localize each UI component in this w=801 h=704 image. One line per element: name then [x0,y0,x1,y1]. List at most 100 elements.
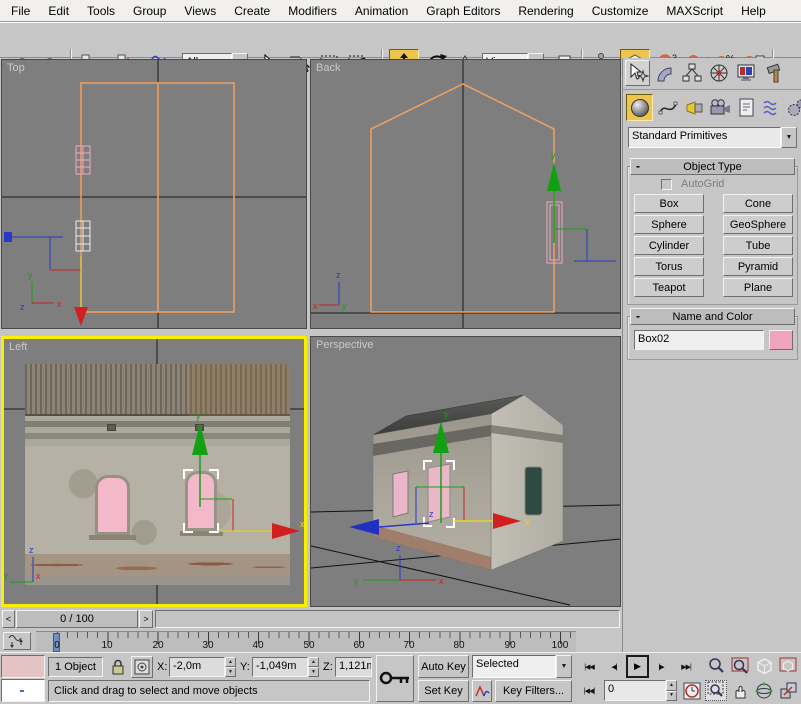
viewport-left-active[interactable]: Left [1,336,307,607]
gizmo-red-arrow[interactable] [272,523,300,539]
auto-key-button[interactable]: Auto Key [418,655,469,678]
selection-lock-toggle[interactable] [108,657,128,677]
motion-tab-icon [708,62,730,84]
create-lights-button[interactable] [683,94,707,121]
name-color-rollout-title: Name and Color [672,311,752,323]
object-type-pyramid-button[interactable]: Pyramid [723,257,793,276]
zoom-extents-all-button[interactable] [777,656,799,677]
menu-modifiers[interactable]: Modifiers [279,1,346,21]
frame-spinner[interactable]: ▲▼ [666,680,677,701]
name-color-rollout-header[interactable]: - Name and Color [630,308,795,325]
create-helpers-button[interactable] [735,94,759,121]
tab-create[interactable] [625,60,650,86]
viewport-top[interactable]: Top y x z [1,59,307,329]
object-type-cone-button[interactable]: Cone [723,194,793,213]
min-max-toggle-button[interactable] [777,680,799,701]
create-space-warps-button[interactable] [760,94,784,121]
menu-customize[interactable]: Customize [583,1,658,21]
go-to-start-button[interactable]: |◀◀ [578,656,600,677]
absolute-mode-toggle[interactable] [131,656,153,678]
maxscript-mini-listener-white[interactable] [1,679,45,702]
set-key-button[interactable]: Set Key [418,680,469,702]
tab-hierarchy[interactable] [679,60,704,86]
menu-maxscript[interactable]: MAXScript [657,1,732,21]
key-mode-toggle-button[interactable]: |◀◀| [578,680,600,701]
menu-file[interactable]: File [2,1,39,21]
key-filters-button[interactable]: Key Filters... [495,680,572,702]
object-type-rollout-title: Object Type [683,161,742,173]
viewport-back[interactable]: Back y z x y [310,59,621,329]
pan-button[interactable] [729,680,751,701]
create-shapes-button[interactable] [656,94,680,121]
object-type-plane-button[interactable]: Plane [723,278,793,297]
arc-rotate-button[interactable] [753,680,775,701]
previous-frame-button[interactable]: ◀| [604,656,624,677]
gizmo-green-arrow[interactable] [192,423,208,455]
next-frame-button[interactable]: |▶ [651,656,671,677]
zoom-button[interactable] [705,656,727,677]
zoom-region-button[interactable] [705,680,727,701]
x-spinner[interactable]: ▲▼ [225,657,236,677]
current-frame-field[interactable]: 0 [604,680,666,701]
svg-text:z: z [396,543,401,553]
object-name-field[interactable]: Box02 [634,330,764,350]
time-slider-prev-button[interactable]: < [2,610,15,628]
create-cameras-button[interactable] [707,94,733,121]
object-type-sphere-button[interactable]: Sphere [634,215,704,234]
menu-tools[interactable]: Tools [78,1,124,21]
tab-display[interactable] [733,60,758,86]
dropdown-arrow-icon[interactable]: ▼ [781,127,797,148]
y-coordinate-field[interactable]: -1,049m [252,657,308,677]
menu-group[interactable]: Group [124,1,175,21]
create-systems-button[interactable] [786,94,801,121]
x-coordinate-field[interactable]: -2,0m [169,657,225,677]
create-geometry-button[interactable] [626,94,653,121]
axis-tripod: z y x [4,545,41,582]
time-configuration-button[interactable] [681,680,703,701]
time-slider-track[interactable] [155,610,620,628]
menu-graph-editors[interactable]: Graph Editors [417,1,509,21]
viewport-perspective[interactable]: Perspective [310,336,621,607]
default-tangent-button[interactable] [472,680,492,702]
object-type-geosphere-button[interactable]: GeoSphere [723,215,793,234]
menu-edit[interactable]: Edit [39,1,78,21]
object-type-teapot-button[interactable]: Teapot [634,278,704,297]
tab-modify[interactable] [652,60,677,86]
house-model[interactable] [373,395,563,570]
time-slider-handle[interactable]: 0 / 100 [16,610,138,628]
menu-views[interactable]: Views [175,1,225,21]
z-coordinate-field[interactable]: 1,121m [335,657,372,677]
maxscript-mini-listener-pink[interactable] [1,655,45,678]
y-spinner[interactable]: ▲▼ [308,657,319,677]
zoom-extents-button[interactable] [753,656,775,677]
primitive-category-value: Standard Primitives [628,127,781,148]
object-color-swatch[interactable] [769,330,793,350]
object-type-box-button[interactable]: Box [634,194,704,213]
tab-utilities[interactable] [763,60,788,86]
play-animation-button[interactable]: ▶ [626,655,649,678]
selection-count-status: 1 Object [48,657,103,677]
primitive-category-dropdown[interactable]: Standard Primitives ▼ [628,127,797,148]
tab-motion[interactable] [706,60,731,86]
object-type-cylinder-button[interactable]: Cylinder [634,236,704,255]
animation-set-dropdown[interactable]: Selected ▼ [472,655,572,678]
object-type-torus-button[interactable]: Torus [634,257,704,276]
go-to-end-button[interactable]: ▶▶| [675,656,697,677]
time-slider-next-button[interactable]: > [139,610,153,628]
autogrid-checkbox[interactable] [661,179,672,190]
menu-rendering[interactable]: Rendering [509,1,582,21]
object-type-rollout-header[interactable]: - Object Type [630,158,795,175]
track-bar-ruler[interactable]: 0 10 20 30 40 50 60 70 80 90 100 [36,631,576,652]
svg-text:x: x [57,299,62,309]
x-coordinate-label: X: [157,661,167,673]
selected-box-wireframe[interactable] [76,146,90,174]
menu-help[interactable]: Help [732,1,775,21]
zoom-all-button[interactable] [729,656,751,677]
dropdown-arrow-icon[interactable]: ▼ [556,655,572,678]
object-type-tube-button[interactable]: Tube [723,236,793,255]
set-keys-button[interactable] [376,655,414,702]
box-wireframe[interactable] [76,221,90,251]
open-mini-curve-editor-button[interactable] [3,632,31,650]
menu-animation[interactable]: Animation [346,1,417,21]
menu-create[interactable]: Create [225,1,279,21]
